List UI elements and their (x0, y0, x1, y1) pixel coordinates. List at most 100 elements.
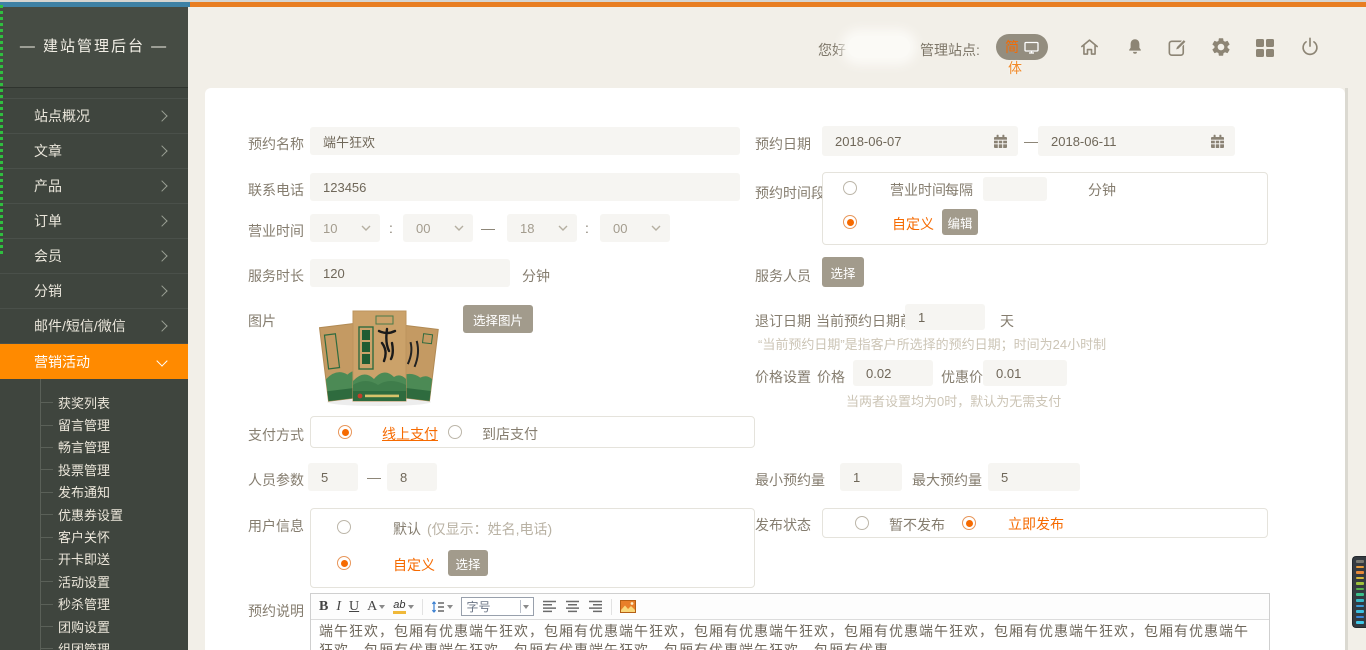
sidebar-item-label: 订单 (34, 211, 62, 231)
timeslot-business-radio[interactable] (843, 181, 857, 195)
home-icon[interactable] (1077, 35, 1101, 59)
font-size-select[interactable]: 字号 (461, 597, 534, 616)
insert-image-button[interactable] (620, 600, 636, 613)
publish-label: 发布状态 (755, 515, 811, 535)
phone-input[interactable]: 123456 (310, 173, 740, 201)
choose-image-button[interactable]: 选择图片 (463, 305, 533, 333)
widget-stripe (1356, 593, 1364, 596)
timeslot-label: 预约时间段 (755, 183, 825, 203)
settings-gear-icon[interactable] (1209, 35, 1233, 59)
userinfo-select-button[interactable]: 选择 (448, 550, 488, 576)
userinfo-custom-radio[interactable] (337, 556, 351, 570)
payment-offline-radio[interactable] (448, 425, 462, 439)
people-min-input[interactable]: 5 (308, 463, 358, 491)
userinfo-default-label: 默认 (393, 519, 421, 539)
discount-input[interactable]: 0.01 (983, 360, 1067, 386)
max-booking-input[interactable]: 5 (988, 463, 1080, 491)
cancel-days-input[interactable]: 1 (905, 304, 985, 330)
price-note: 当两者设置均为0时，默认为无需支付 (846, 391, 1061, 410)
align-center-button[interactable] (565, 600, 580, 613)
userinfo-custom-label[interactable]: 自定义 (393, 555, 435, 575)
chevron-right-icon (156, 285, 167, 296)
sidebar-item[interactable]: 站点概况 (0, 98, 188, 133)
italic-button[interactable]: I (336, 599, 341, 615)
sidebar-item-label: 营销活动 (34, 352, 90, 372)
publish-now-label[interactable]: 立即发布 (1008, 514, 1064, 534)
sidebar-subitem[interactable]: 组团管理 (0, 637, 188, 650)
sidebar-item[interactable]: 文章 (0, 133, 188, 168)
publish-now-radio[interactable] (962, 516, 976, 530)
underline-button[interactable]: U (349, 599, 359, 615)
hours-dash: — (481, 220, 495, 236)
app-logo: — 建站管理后台 — (0, 7, 188, 88)
highlight-button[interactable]: ab (393, 600, 413, 614)
payment-online-label[interactable]: 线上支付 (382, 424, 438, 444)
sidebar-item[interactable]: 产品 (0, 168, 188, 203)
sidebar-subitem[interactable]: 秒杀管理 (0, 593, 188, 615)
redacted-username (848, 36, 910, 58)
date-start-input[interactable]: 2018-06-07 (822, 126, 1018, 156)
language-switch-button[interactable]: 简 (996, 34, 1048, 60)
sidebar-subitem[interactable]: 获奖列表 (0, 391, 188, 413)
publish-later-radio[interactable] (855, 516, 869, 530)
hours-from-hour-select[interactable]: 10 (310, 214, 380, 242)
duration-unit: 分钟 (522, 266, 550, 286)
userinfo-label: 用户信息 (248, 516, 304, 536)
hours-to-min-select[interactable]: 00 (600, 214, 670, 242)
hours-from-min-select[interactable]: 00 (403, 214, 473, 242)
edit-compose-icon[interactable] (1165, 35, 1189, 59)
toolbar-separator (611, 599, 612, 615)
timeslot-custom-radio[interactable] (843, 215, 857, 229)
staff-select-button[interactable]: 选择 (822, 257, 864, 287)
product-image (316, 303, 442, 407)
people-max-input[interactable]: 8 (387, 463, 437, 491)
min-booking-input[interactable]: 1 (840, 463, 902, 491)
align-right-button[interactable] (588, 600, 603, 613)
duration-input[interactable]: 120 (310, 259, 510, 287)
sidebar-subitem[interactable]: 发布通知 (0, 481, 188, 503)
sidebar-subitem[interactable]: 优惠券设置 (0, 503, 188, 525)
sidebar-subitem-label: 畅言管理 (58, 437, 110, 456)
hours-colon: : (585, 220, 589, 236)
date-range-dash: — (1024, 133, 1038, 149)
sidebar-item-marketing[interactable]: 营销活动 (0, 344, 188, 379)
widget-stripe (1356, 610, 1364, 613)
widget-stripe (1356, 588, 1364, 591)
description-content[interactable]: 端午狂欢，包厢有优惠端午狂欢，包厢有优惠端午狂欢，包厢有优惠端午狂欢，包厢有优惠… (311, 620, 1269, 650)
apps-grid-icon[interactable] (1253, 36, 1277, 60)
sidebar-subitem[interactable]: 投票管理 (0, 458, 188, 480)
timeslot-interval-unit: 分钟 (1088, 180, 1116, 200)
timeslot-edit-button[interactable]: 编辑 (942, 209, 978, 235)
timeslot-interval-input[interactable] (983, 177, 1047, 201)
people-label: 人员参数 (248, 470, 304, 490)
widget-stripe (1356, 616, 1364, 619)
sidebar-subitem[interactable]: 团购设置 (0, 615, 188, 637)
browser-extension-widget[interactable] (1352, 556, 1366, 628)
description-label: 预约说明 (248, 601, 304, 621)
sidebar-item[interactable]: 分销 (0, 273, 188, 308)
payment-online-radio[interactable] (338, 425, 352, 439)
power-logout-icon[interactable] (1298, 35, 1322, 59)
sidebar-item[interactable]: 会员 (0, 238, 188, 273)
align-left-button[interactable] (542, 600, 557, 613)
date-end-input[interactable]: 2018-06-11 (1038, 126, 1235, 156)
sidebar-subitem[interactable]: 开卡即送 (0, 548, 188, 570)
bold-button[interactable]: B (319, 599, 328, 615)
sidebar-subitem[interactable]: 留言管理 (0, 413, 188, 435)
sidebar-item[interactable]: 订单 (0, 203, 188, 238)
max-booking-label: 最大预约量 (912, 470, 982, 490)
hours-to-hour-select[interactable]: 18 (507, 214, 577, 242)
sidebar-subitem[interactable]: 客户关怀 (0, 525, 188, 547)
name-input[interactable]: 端午狂欢 (310, 127, 740, 155)
userinfo-default-radio[interactable] (337, 520, 351, 534)
font-color-button[interactable]: A (367, 599, 385, 615)
sidebar-subitem[interactable]: 活动设置 (0, 570, 188, 592)
chevron-down-icon (454, 225, 464, 231)
timeslot-custom-label[interactable]: 自定义 (892, 214, 934, 234)
price-input[interactable]: 0.02 (853, 360, 933, 386)
sidebar-subitem[interactable]: 畅言管理 (0, 436, 188, 458)
line-spacing-button[interactable] (431, 600, 453, 614)
notifications-bell-icon[interactable] (1123, 35, 1147, 59)
vertical-scrollbar[interactable] (1345, 88, 1348, 650)
sidebar-item[interactable]: 邮件/短信/微信 (0, 308, 188, 344)
